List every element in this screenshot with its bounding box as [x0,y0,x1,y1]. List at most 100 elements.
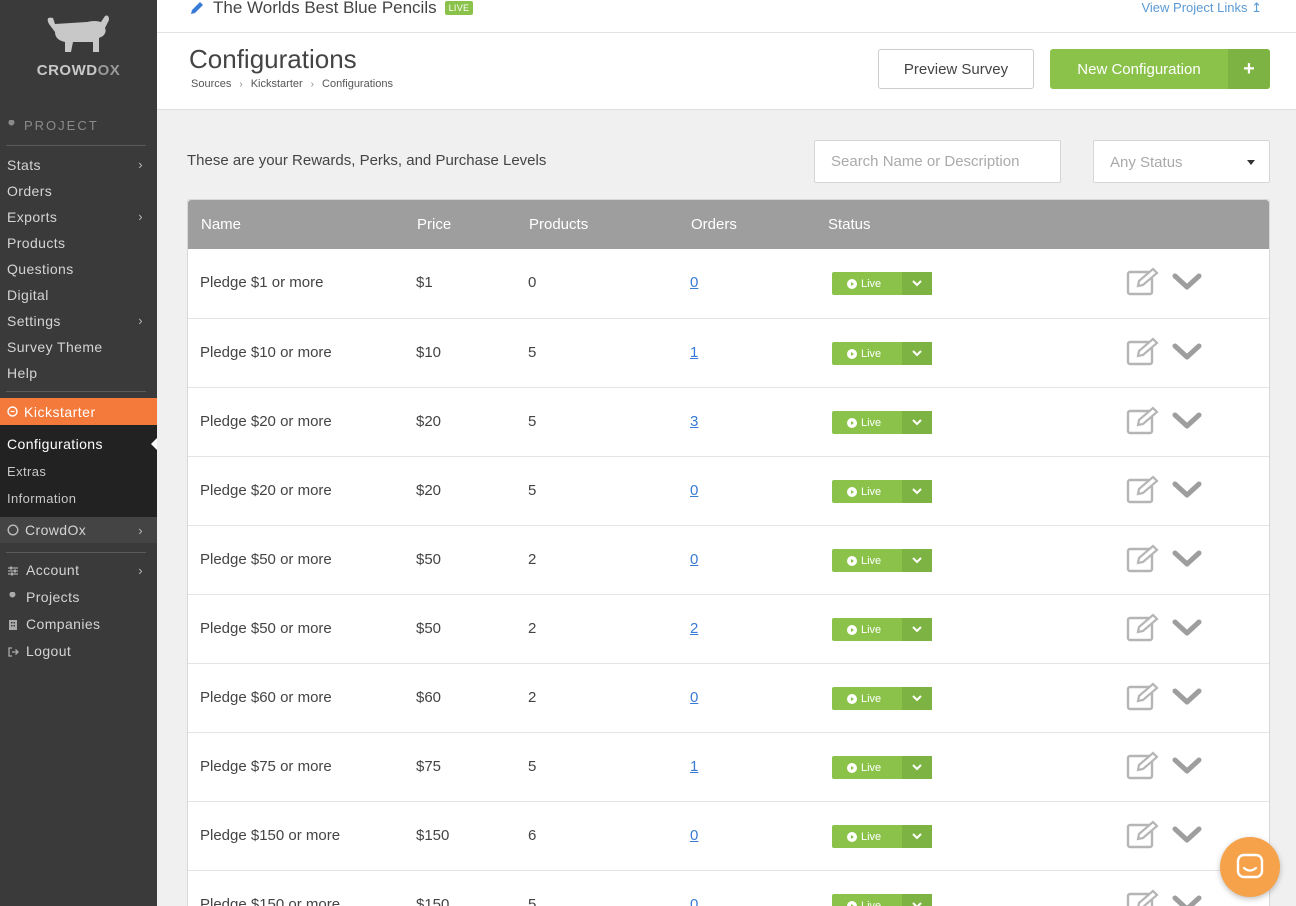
status-filter-select[interactable]: Any Status [1093,140,1270,183]
preview-survey-button[interactable]: Preview Survey [878,49,1034,89]
row-orders-link[interactable]: 0 [690,896,698,906]
chevron-down-icon[interactable] [1172,412,1202,430]
chevron-down-icon[interactable] [1172,757,1202,775]
chevron-down-icon[interactable] [1172,619,1202,637]
sidebar-item-help[interactable]: Help [7,365,147,381]
status-live[interactable]: Live [832,549,902,572]
status-button[interactable]: Live [832,825,932,848]
status-live[interactable]: Live [832,825,902,848]
edit-icon[interactable] [1126,613,1160,643]
edit-icon[interactable] [1126,544,1160,574]
status-button[interactable]: Live [832,480,932,503]
breadcrumb-kickstarter[interactable]: Kickstarter [251,78,303,90]
status-dropdown-toggle[interactable] [902,825,932,848]
search-input[interactable] [814,140,1061,183]
status-label: Live [861,416,882,429]
chat-launcher-button[interactable] [1220,837,1280,897]
edit-icon[interactable] [1126,682,1160,712]
sidebar-item-questions[interactable]: Questions [7,261,147,277]
breadcrumb-sources[interactable]: Sources [191,78,231,90]
status-button[interactable]: Live [832,411,932,434]
sidebar-item-orders[interactable]: Orders [7,183,147,199]
row-orders-link[interactable]: 3 [690,413,698,430]
column-header-status[interactable]: Status [828,216,871,233]
status-button[interactable]: Live [832,272,932,295]
status-live[interactable]: Live [832,480,902,503]
column-header-products[interactable]: Products [529,216,588,233]
row-orders-link[interactable]: 0 [690,827,698,844]
row-orders-link[interactable]: 2 [690,620,698,637]
row-products: 5 [528,758,537,775]
top-bar: The Worlds Best Blue Pencils LIVE View P… [157,0,1296,33]
edit-icon[interactable] [1126,475,1160,505]
row-orders-link[interactable]: 0 [690,551,698,568]
sidebar-item-exports[interactable]: Exports › [7,209,147,225]
sidebar-item-label: Questions [7,261,74,277]
column-header-name[interactable]: Name [201,216,241,233]
sidebar-item-companies[interactable]: Companies [7,616,147,632]
status-dropdown-toggle[interactable] [902,272,932,295]
edit-icon[interactable] [1126,751,1160,781]
sidebar-item-digital[interactable]: Digital [7,287,147,303]
status-dropdown-toggle[interactable] [902,342,932,365]
chevron-down-icon[interactable] [1172,343,1202,361]
view-project-links[interactable]: View Project Links ↥ [1141,0,1262,16]
status-live[interactable]: Live [832,342,902,365]
column-header-orders[interactable]: Orders [691,216,737,233]
status-live[interactable]: Live [832,411,902,434]
row-orders-link[interactable]: 1 [690,758,698,775]
sidebar-item-information[interactable]: Information [7,491,76,506]
sidebar-item-account[interactable]: Account › [7,562,147,578]
edit-icon[interactable] [1126,820,1160,850]
status-dropdown-toggle[interactable] [902,894,932,906]
chevron-down-icon[interactable] [1172,273,1202,291]
column-header-price[interactable]: Price [417,216,451,233]
status-button[interactable]: Live [832,342,932,365]
row-orders-link[interactable]: 0 [690,482,698,499]
chevron-down-icon[interactable] [1172,895,1202,906]
chevron-down-icon[interactable] [1172,481,1202,499]
status-button[interactable]: Live [832,894,932,906]
status-dropdown-toggle[interactable] [902,549,932,572]
status-dropdown-toggle[interactable] [902,756,932,779]
status-dropdown-toggle[interactable] [902,480,932,503]
sidebar-item-projects[interactable]: Projects [7,589,147,605]
table-row: Pledge $20 or more $20 5 0 Live [188,456,1269,525]
status-live[interactable]: Live [832,687,902,710]
sidebar-item-logout[interactable]: Logout [7,643,147,659]
sidebar-item-products[interactable]: Products [7,235,147,251]
status-button[interactable]: Live [832,687,932,710]
row-orders-link[interactable]: 0 [690,689,698,706]
crowdox-logo[interactable]: CROWDOX [0,0,157,100]
status-live[interactable]: Live [832,756,902,779]
status-live[interactable]: Live [832,272,902,295]
intro-text: These are your Rewards, Perks, and Purch… [187,152,547,169]
project-title[interactable]: The Worlds Best Blue Pencils LIVE [189,0,474,18]
row-orders-link[interactable]: 1 [690,344,698,361]
sidebar-item-stats[interactable]: Stats › [7,157,147,173]
sidebar-item-crowdox[interactable]: CrowdOx › [0,517,157,543]
edit-icon[interactable] [1126,337,1160,367]
edit-icon[interactable] [1126,889,1160,906]
sidebar-item-survey-theme[interactable]: Survey Theme [7,339,147,355]
status-button[interactable]: Live [832,618,932,641]
row-orders-link[interactable]: 0 [690,274,698,291]
status-live[interactable]: Live [832,618,902,641]
sidebar-item-kickstarter[interactable]: Kickstarter [0,398,157,425]
chevron-down-icon[interactable] [1172,826,1202,844]
edit-icon[interactable] [1126,267,1160,297]
sidebar-item-configurations[interactable]: Configurations [7,436,103,452]
active-indicator [151,438,157,450]
status-dropdown-toggle[interactable] [902,411,932,434]
new-configuration-button[interactable]: New Configuration + [1050,49,1270,89]
status-button[interactable]: Live [832,549,932,572]
chevron-down-icon[interactable] [1172,688,1202,706]
sidebar-item-extras[interactable]: Extras [7,464,46,479]
status-dropdown-toggle[interactable] [902,618,932,641]
status-button[interactable]: Live [832,756,932,779]
chevron-down-icon[interactable] [1172,550,1202,568]
edit-icon[interactable] [1126,406,1160,436]
sidebar-item-settings[interactable]: Settings › [7,313,147,329]
status-live[interactable]: Live [832,894,902,906]
status-dropdown-toggle[interactable] [902,687,932,710]
